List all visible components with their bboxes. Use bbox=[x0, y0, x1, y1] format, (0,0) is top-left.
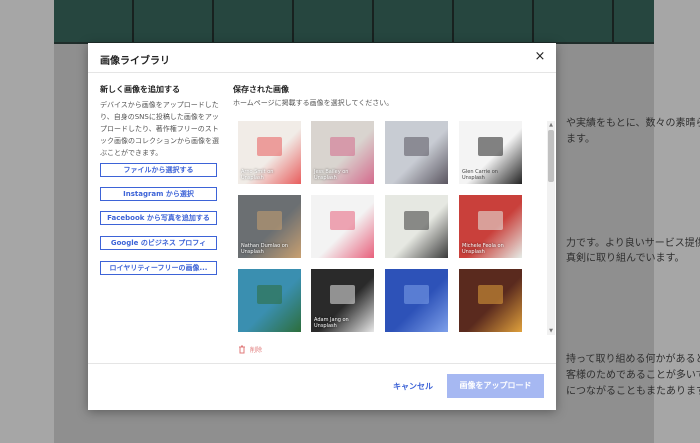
saved-image-tile[interactable]: Jess Bailey on Unsplash bbox=[311, 121, 374, 184]
modal-title: 画像ライブラリ bbox=[100, 56, 170, 67]
background-text: 持って取り組める何かがあると思 bbox=[566, 354, 700, 365]
image-thumbnail bbox=[256, 136, 283, 156]
image-thumbnail bbox=[329, 210, 356, 230]
select-from-file-button[interactable]: ファイルから選択する bbox=[100, 163, 217, 177]
image-credit: Arno Smit on Unsplash bbox=[241, 169, 274, 181]
add-images-panel: 新しく画像を追加する デバイスから画像をアップロードしたり、自身のSNSに投稿し… bbox=[100, 84, 220, 159]
image-thumbnail bbox=[477, 136, 504, 156]
image-thumbnail bbox=[477, 284, 504, 304]
google-business-profile-button[interactable]: Google のビジネス プロフィ bbox=[100, 236, 217, 250]
header-divider bbox=[88, 72, 556, 73]
image-thumbnail bbox=[403, 136, 430, 156]
image-thumbnail bbox=[403, 284, 430, 304]
image-credit: Michele Feola on Unsplash bbox=[462, 243, 504, 255]
add-images-description: デバイスから画像をアップロードしたり、自身のSNSに投稿した画像をアップロードし… bbox=[100, 101, 219, 157]
delete-button[interactable]: 削除 bbox=[238, 345, 262, 354]
image-credit: Jess Bailey on Unsplash bbox=[314, 169, 349, 181]
image-credit: Adam Jang on Unsplash bbox=[314, 317, 349, 329]
add-from-facebook-button[interactable]: Facebook から写真を追加する bbox=[100, 211, 217, 225]
upload-image-button[interactable]: 画像をアップロード bbox=[447, 374, 544, 398]
scroll-up-icon[interactable]: ▲ bbox=[547, 121, 555, 129]
image-thumbnail bbox=[256, 210, 283, 230]
saved-image-tile[interactable] bbox=[385, 269, 448, 332]
trash-icon bbox=[239, 345, 245, 354]
background-text: や実績をもとに、数々の素晴らし bbox=[566, 118, 700, 129]
footer-divider bbox=[88, 363, 556, 364]
saved-image-tile[interactable] bbox=[385, 121, 448, 184]
image-credit: Nathan Dumlao on Unsplash bbox=[241, 243, 288, 255]
image-thumbnail bbox=[329, 284, 356, 304]
scrollbar-thumb[interactable] bbox=[548, 130, 554, 182]
close-icon[interactable]: × bbox=[533, 50, 547, 64]
saved-image-tile[interactable] bbox=[238, 269, 301, 332]
background-text: につながることもまたあります。 bbox=[566, 386, 700, 397]
add-images-heading: 新しく画像を追加する bbox=[100, 85, 180, 94]
background-text: 真剣に取り組んでいます。 bbox=[566, 253, 685, 264]
royalty-free-images-button[interactable]: ロイヤリティーフリーの画像... bbox=[100, 261, 217, 275]
scroll-down-icon[interactable]: ▼ bbox=[547, 327, 555, 335]
saved-image-tile[interactable] bbox=[311, 195, 374, 258]
saved-image-tile[interactable]: Adam Jang on Unsplash bbox=[311, 269, 374, 332]
image-thumbnail bbox=[403, 210, 430, 230]
background-text: ます。 bbox=[566, 134, 595, 145]
select-from-instagram-button[interactable]: Instagram から選択 bbox=[100, 187, 217, 201]
saved-images-grid: Arno Smit on Unsplash Jess Bailey on Unsp… bbox=[238, 121, 528, 333]
saved-image-tile[interactable] bbox=[385, 195, 448, 258]
cancel-button[interactable]: キャンセル bbox=[393, 381, 433, 392]
image-credit: Glen Carrie on Unsplash bbox=[462, 169, 498, 181]
background-text: 客様のためであることが多いです bbox=[566, 370, 700, 381]
saved-image-tile[interactable]: Nathan Dumlao on Unsplash bbox=[238, 195, 301, 258]
delete-label: 削除 bbox=[250, 347, 263, 354]
image-library-modal: 画像ライブラリ × 新しく画像を追加する デバイスから画像をアップロードしたり、… bbox=[88, 43, 556, 410]
image-thumbnail bbox=[477, 210, 504, 230]
background-hero-image bbox=[54, 0, 654, 44]
image-thumbnail bbox=[256, 284, 283, 304]
images-scrollbar[interactable]: ▲ ▼ bbox=[547, 121, 555, 335]
saved-image-tile[interactable]: Michele Feola on Unsplash bbox=[459, 195, 522, 258]
saved-image-tile[interactable] bbox=[459, 269, 522, 332]
background-text: 力です。より良いサービス提供を bbox=[566, 238, 700, 249]
saved-images-heading: 保存された画像 bbox=[233, 85, 289, 94]
saved-image-tile[interactable]: Arno Smit on Unsplash bbox=[238, 121, 301, 184]
saved-image-tile[interactable]: Glen Carrie on Unsplash bbox=[459, 121, 522, 184]
image-thumbnail bbox=[329, 136, 356, 156]
saved-images-subheading: ホームページに掲載する画像を選択してください。 bbox=[233, 99, 394, 107]
